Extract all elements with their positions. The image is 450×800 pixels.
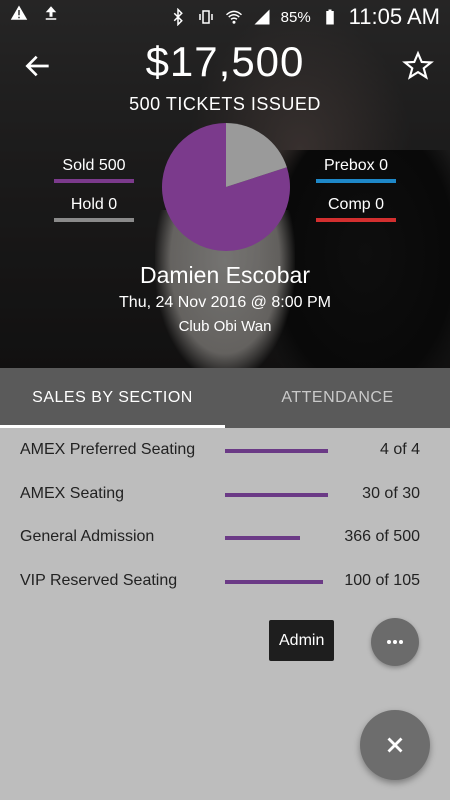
status-bar: 85% 11:05 AM bbox=[0, 0, 450, 34]
legend-prebox: Prebox 0 bbox=[316, 157, 396, 183]
section-progress-track bbox=[225, 449, 328, 453]
section-row[interactable]: AMEX Seating 30 of 30 bbox=[0, 472, 450, 516]
legend-hold: Hold 0 bbox=[54, 196, 134, 222]
section-row[interactable]: General Admission 366 of 500 bbox=[0, 515, 450, 559]
section-progress-fill bbox=[225, 579, 324, 584]
section-list: AMEX Preferred Seating 4 of 4 AMEX Seating… bbox=[0, 428, 450, 602]
legend-comp: Comp 0 bbox=[316, 196, 396, 222]
status-clock: 11:05 AM bbox=[348, 4, 440, 29]
revenue-total: $17,500 bbox=[145, 38, 305, 85]
signal-icon bbox=[254, 9, 270, 25]
close-fab-button[interactable] bbox=[360, 710, 430, 780]
legend-comp-bar bbox=[316, 218, 396, 222]
warning-icon bbox=[10, 5, 28, 20]
legend-prebox-label: Prebox 0 bbox=[323, 157, 389, 174]
section-count: 30 of 30 bbox=[362, 484, 420, 502]
legend-sold: Sold 500 bbox=[54, 157, 134, 183]
close-icon bbox=[387, 737, 403, 753]
legend-sold-bar bbox=[54, 179, 134, 183]
section-progress-track bbox=[225, 579, 328, 584]
tab-attendance[interactable]: ATTENDANCE bbox=[225, 368, 450, 428]
section-name: AMEX Seating bbox=[20, 484, 125, 502]
admin-action-button[interactable] bbox=[371, 618, 419, 666]
section-progress-fill bbox=[225, 449, 328, 453]
section-count: 100 of 105 bbox=[344, 571, 420, 589]
performer-name: Damien Escobar bbox=[139, 262, 311, 288]
section-name: AMEX Preferred Seating bbox=[20, 441, 196, 458]
wifi-icon bbox=[225, 10, 242, 24]
event-datetime: Thu, 24 Nov 2016 @ 8:00 PM bbox=[119, 294, 331, 311]
battery-icon bbox=[325, 9, 334, 25]
legend-sold-label: Sold 500 bbox=[62, 157, 126, 174]
legend-hold-label: Hold 0 bbox=[70, 196, 118, 213]
section-count: 366 of 500 bbox=[344, 528, 420, 545]
tab-bar: SALES BY SECTION ATTENDANCE bbox=[0, 368, 450, 428]
section-progress-track bbox=[225, 536, 328, 540]
legend-hold-bar bbox=[54, 218, 134, 222]
section-count: 4 of 4 bbox=[379, 441, 420, 458]
section-row[interactable]: VIP Reserved Seating 100 of 105 bbox=[0, 559, 450, 603]
section-name: VIP Reserved Seating bbox=[20, 571, 178, 589]
section-progress-track bbox=[225, 492, 328, 497]
admin-tooltip[interactable]: Admin bbox=[269, 620, 335, 661]
battery-percent: 85% bbox=[280, 8, 311, 26]
upload-icon bbox=[45, 6, 57, 20]
section-row[interactable]: AMEX Preferred Seating 4 of 4 bbox=[0, 428, 450, 472]
legend-comp-label: Comp 0 bbox=[327, 196, 385, 213]
section-progress-fill bbox=[225, 536, 301, 540]
event-venue: Club Obi Wan bbox=[178, 318, 272, 335]
tickets-issued: 500 TICKETS ISSUED bbox=[129, 94, 321, 114]
more-horizontal-icon bbox=[387, 640, 403, 644]
legend-prebox-bar bbox=[316, 179, 396, 183]
section-progress-fill bbox=[225, 492, 328, 497]
vibrate-icon bbox=[198, 10, 213, 24]
sales-pie-chart bbox=[162, 123, 290, 251]
section-name: General Admission bbox=[20, 528, 155, 545]
tab-sales-by-section[interactable]: SALES BY SECTION bbox=[0, 368, 225, 428]
bluetooth-icon bbox=[173, 8, 183, 26]
